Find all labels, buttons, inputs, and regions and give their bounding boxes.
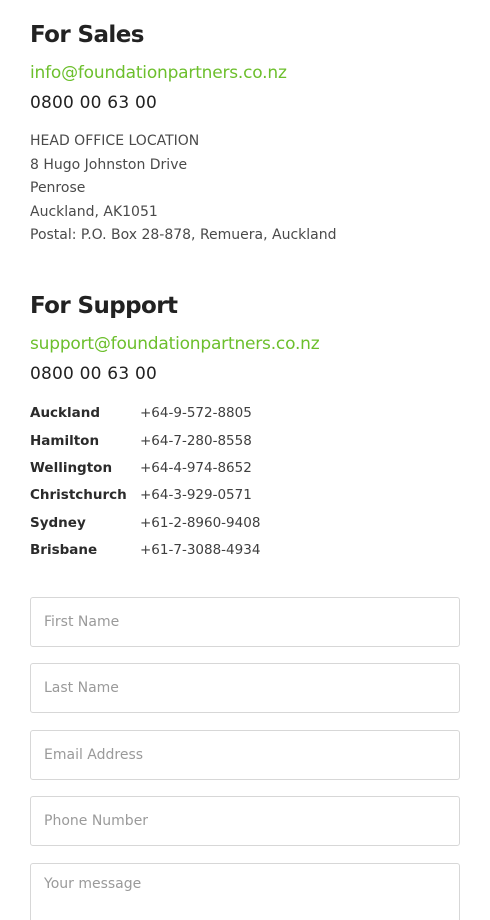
contact-form: [30, 596, 460, 920]
office-city: Wellington: [30, 459, 113, 476]
sales-heading: For Sales: [30, 22, 144, 48]
office-row-hamilton: Hamilton +64-7-280-8558: [30, 427, 460, 454]
office-city: Brisbane: [30, 542, 98, 559]
office-phone[interactable]: +64-4-974-8652: [140, 460, 252, 476]
head-office-address: HEAD OFFICE LOCATION 8 Hugo Johnston Dri…: [30, 130, 460, 248]
office-city: Sydney: [30, 514, 86, 531]
email-input[interactable]: [30, 729, 460, 780]
office-phone[interactable]: +64-7-280-8558: [140, 433, 252, 449]
office-row-brisbane: Brisbane +61-7-3088-4934: [30, 536, 460, 563]
office-phone-list: Auckland +64-9-572-8805 Hamilton +64-7-2…: [30, 400, 460, 564]
address-suburb: Penrose: [30, 180, 86, 196]
office-phone[interactable]: +64-9-572-8805: [140, 405, 252, 421]
address-label: HEAD OFFICE LOCATION: [30, 133, 200, 149]
office-row-auckland: Auckland +64-9-572-8805: [30, 400, 460, 427]
office-city: Christchurch: [30, 487, 127, 504]
support-email-link[interactable]: support@foundationpartners.co.nz: [30, 332, 460, 356]
address-street: 8 Hugo Johnston Drive: [30, 156, 188, 173]
sales-phone-link[interactable]: 0800 00 63 00: [30, 91, 460, 115]
office-row-sydney: Sydney +61-2-8960-9408: [30, 509, 460, 536]
office-phone[interactable]: +61-7-3088-4934: [140, 542, 260, 558]
support-heading: For Support: [30, 292, 178, 319]
office-phone[interactable]: +61-2-8960-9408: [140, 515, 260, 531]
support-phone-link[interactable]: 0800 00 63 00: [30, 362, 460, 386]
office-city: Hamilton: [30, 432, 100, 449]
address-postal: Postal: P.O. Box 28-878, Remuera, Auckla…: [30, 227, 337, 243]
sales-email-link[interactable]: info@foundationpartners.co.nz: [30, 61, 460, 85]
office-row-christchurch: Christchurch +64-3-929-0571: [30, 482, 460, 509]
first-name-input[interactable]: [30, 596, 460, 647]
phone-input[interactable]: [30, 796, 460, 847]
office-city: Auckland: [30, 405, 101, 422]
office-phone[interactable]: +64-3-929-0571: [140, 487, 252, 503]
message-textarea[interactable]: [30, 862, 460, 920]
office-row-wellington: Wellington +64-4-974-8652: [30, 454, 460, 481]
address-city: Auckland, AK1051: [30, 203, 158, 220]
contact-page: For Sales info@foundationpartners.co.nz …: [0, 0, 490, 920]
last-name-input[interactable]: [30, 663, 460, 714]
